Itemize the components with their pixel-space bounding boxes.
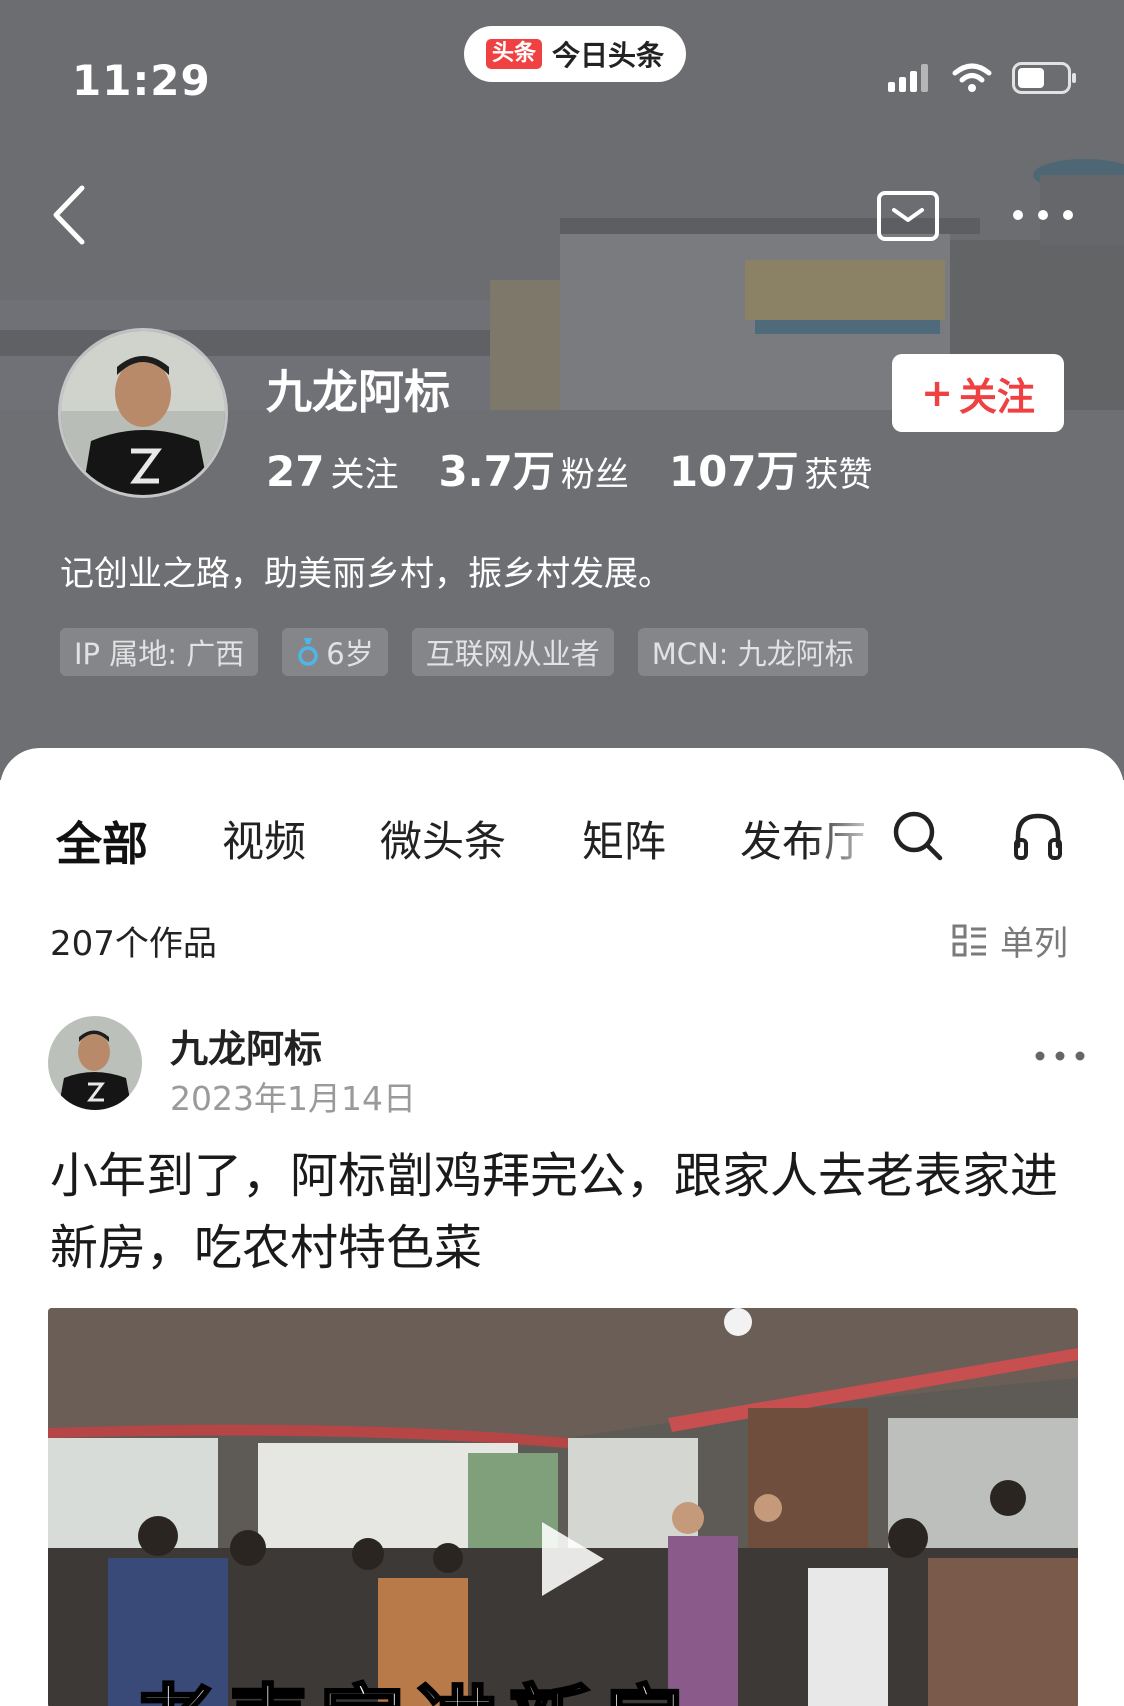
view-mode-toggle[interactable]: 单列	[952, 916, 1068, 965]
search-icon[interactable]	[890, 808, 946, 864]
profile-tags: IP 属地: 广西 6岁 互联网从业者 MCN: 九龙阿标	[60, 628, 868, 676]
app-logo-icon: 头条	[486, 39, 543, 69]
headphones-icon[interactable]	[1010, 808, 1066, 864]
avatar-photo	[61, 331, 225, 495]
list-layout-icon	[952, 924, 986, 956]
post-author-name[interactable]: 九龙阿标	[170, 1018, 322, 1073]
stat-fans-label: 粉丝	[560, 455, 629, 495]
avatar-photo	[48, 1016, 142, 1110]
works-count: 207个作品	[50, 924, 217, 964]
video-frame	[48, 1308, 1078, 1706]
stat-likes-count: 107万	[668, 447, 799, 496]
stat-following-label: 关注	[330, 455, 399, 495]
video-caption: 老表家进新房	[130, 1658, 696, 1706]
post-header: 九龙阿标 2023年1月14日	[48, 1016, 1088, 1118]
avatar[interactable]	[58, 328, 228, 498]
status-bar: 11:29 头条 今日头条	[0, 0, 1124, 160]
tab-release-hall[interactable]: 发布厅	[740, 808, 866, 869]
tab-all[interactable]: 全部	[56, 808, 148, 874]
plus-icon: +	[921, 371, 953, 415]
tab-micro-headline[interactable]: 微头条	[380, 808, 506, 869]
play-icon[interactable]	[532, 1514, 612, 1604]
content-tabs: 全部 视频 微头条 矩阵 发布厅	[0, 808, 1124, 888]
post-date: 2023年1月14日	[170, 1079, 416, 1118]
follow-button-label: 关注	[958, 374, 1035, 419]
view-mode-label: 单列	[1000, 924, 1068, 964]
tag-occupation: 互联网从业者	[411, 628, 614, 676]
stat-likes[interactable]: 107万 获赞	[669, 438, 873, 499]
chevron-left-icon[interactable]	[44, 180, 104, 250]
follow-button[interactable]: + 关注	[892, 354, 1064, 432]
post-more-icon[interactable]	[1032, 1046, 1088, 1066]
app-badge-name: 今日头条	[552, 39, 665, 72]
profile-cover: 11:29 头条 今日头条 九龙阿标 27 关注 3.7万 粉丝 107万 获赞…	[0, 0, 1124, 780]
status-time: 11:29	[72, 56, 211, 105]
post-author-avatar[interactable]	[48, 1016, 142, 1110]
profile-bio: 记创业之路，助美丽乡村，振乡村发展。	[60, 554, 672, 594]
tab-video[interactable]: 视频	[222, 808, 306, 869]
tag-mcn: MCN: 九龙阿标	[637, 628, 868, 676]
profile-name: 九龙阿标	[266, 365, 450, 419]
status-icons	[888, 62, 1078, 94]
more-dots-icon[interactable]	[1008, 200, 1078, 230]
tag-ip-location: IP 属地: 广西	[60, 628, 259, 676]
stat-likes-label: 获赞	[804, 455, 873, 495]
battery-icon	[1012, 62, 1076, 94]
signal-icon	[888, 64, 928, 92]
tag-account-age: 6岁	[282, 628, 388, 676]
stat-fans-count: 3.7万	[438, 447, 555, 496]
stat-following[interactable]: 27 关注	[266, 447, 398, 496]
wifi-icon	[952, 63, 992, 92]
message-box-icon[interactable]	[876, 190, 940, 242]
stat-fans[interactable]: 3.7万 粉丝	[438, 438, 628, 499]
content-sheet: 全部 视频 微头条 矩阵 发布厅 207个作品 单列 九龙阿标 2023年1月1…	[0, 748, 1124, 1706]
tag-account-age-label: 6岁	[326, 637, 374, 671]
profile-stats: 27 关注 3.7万 粉丝 107万 获赞	[266, 438, 873, 499]
tab-matrix[interactable]: 矩阵	[582, 808, 666, 869]
app-badge[interactable]: 头条 今日头条	[464, 26, 687, 82]
video-thumbnail[interactable]: 老表家进新房	[48, 1308, 1078, 1706]
post-title[interactable]: 小年到了，阿标劏鸡拜完公，跟家人去老表家进新房，吃农村特色菜	[50, 1140, 1060, 1284]
badge-ring-icon	[298, 638, 318, 666]
stat-following-count: 27	[266, 447, 325, 496]
